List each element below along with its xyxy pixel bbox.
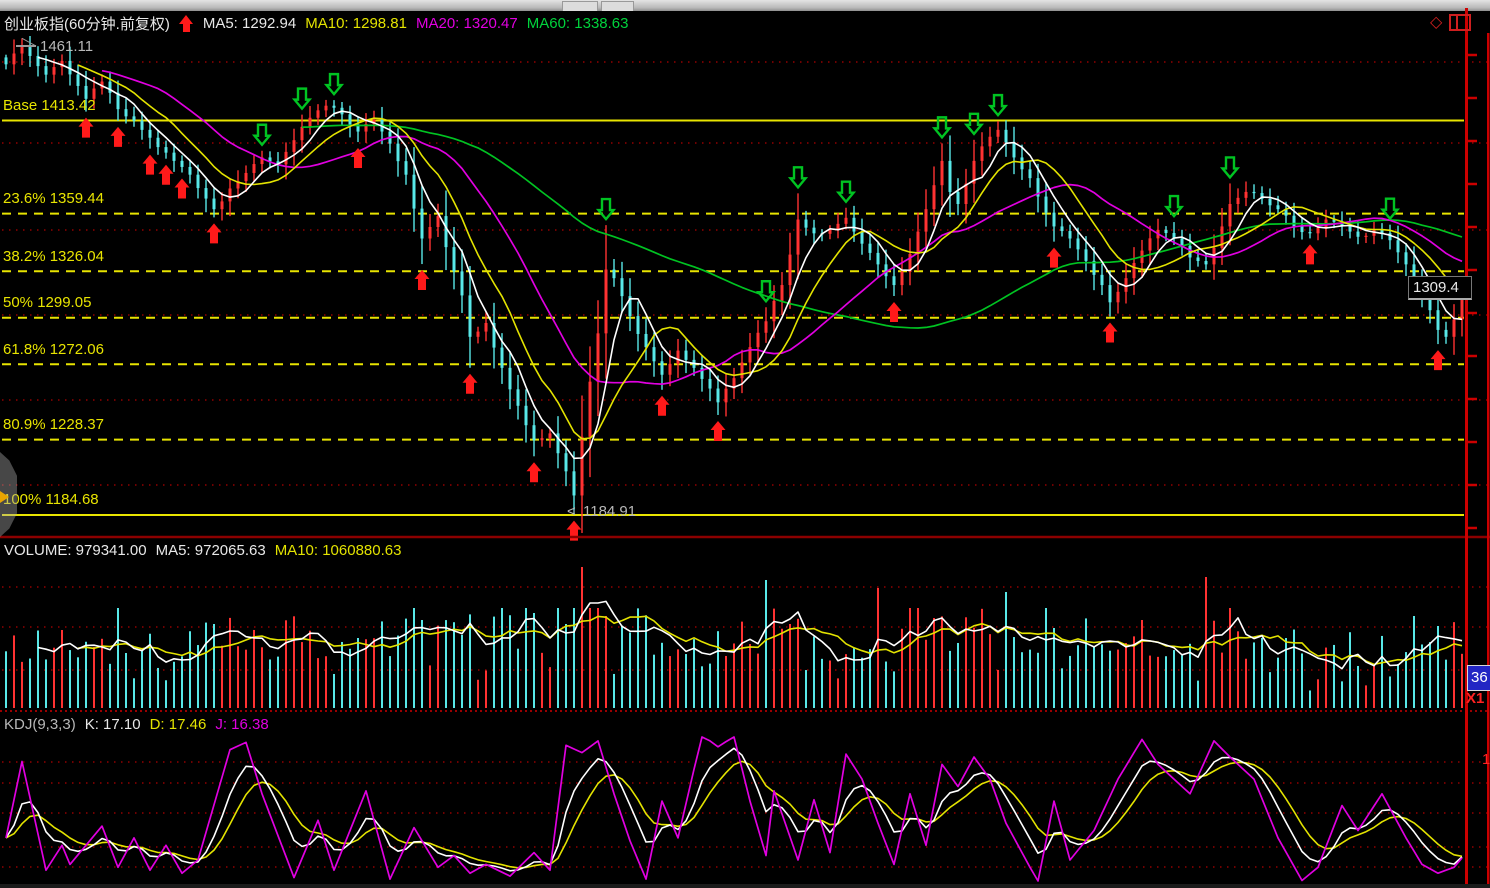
bottom-border (0, 884, 1490, 888)
fib-lines-layer (2, 121, 1464, 515)
fib-label-50: 50% 1299.05 (3, 294, 91, 311)
volume-ma5-value: MA5: 972065.63 (156, 542, 266, 559)
kdj-right-scale-label: 1 (1482, 751, 1490, 768)
ma20-value: MA20: 1320.47 (416, 15, 518, 32)
volume-scale-box: 36 (1467, 665, 1490, 691)
header-icons: ◇ (1430, 14, 1471, 31)
extreme-markers-layer (22, 38, 574, 514)
ma60-value: MA60: 1338.63 (527, 15, 629, 32)
main-grid-layer (2, 62, 1490, 485)
fib-label-100: 100% 1184.68 (3, 491, 99, 508)
fib-label-base: Base 1413.42 (3, 97, 96, 114)
volume-grid-layer (2, 587, 1490, 670)
kdj-grid-layer (2, 762, 1490, 867)
instrument-title: 创业板指(60分钟.前复权) (4, 13, 170, 34)
left-marker-icon (0, 491, 9, 503)
peak-price-label: 1461.11 (40, 38, 93, 55)
fib-label-809: 80.9% 1228.37 (3, 416, 104, 433)
signal-arrows-layer (79, 74, 1446, 540)
volume-ma10-value: MA10: 1060880.63 (275, 542, 402, 559)
fib-label-382: 38.2% 1326.04 (3, 248, 104, 265)
volume-header: VOLUME: 979341.00 MA5: 972065.63 MA10: 1… (4, 540, 401, 560)
fib-label-236: 23.6% 1359.44 (3, 190, 104, 207)
chart-header: 创业板指(60分钟.前复权) MA5: 1292.94 MA10: 1298.8… (4, 13, 629, 33)
low-price-label: 1184.91 (583, 503, 636, 520)
chart-canvas (0, 0, 1490, 888)
last-price-label: 1309.4 (1408, 276, 1472, 300)
kdj-header: KDJ(9,3,3) K: 17.10 D: 17.46 J: 16.38 (4, 714, 269, 734)
diamond-icon[interactable]: ◇ (1430, 15, 1442, 31)
kdj-j-value: J: 16.38 (215, 716, 268, 733)
ma10-value: MA10: 1298.81 (305, 15, 407, 32)
peak-tick-line (16, 45, 36, 47)
volume-multiplier-label: X1 (1466, 690, 1484, 707)
ma5-value: MA5: 1292.94 (203, 15, 296, 32)
kdj-k-value: K: 17.10 (85, 716, 141, 733)
low-marker-icon: < (567, 503, 576, 520)
axis-layer (0, 8, 1490, 888)
ma-lines-layer (38, 57, 1462, 458)
kdj-indicator-label: KDJ(9,3,3) (4, 716, 76, 733)
kdj-d-value: D: 17.46 (150, 716, 207, 733)
split-window-icon[interactable] (1449, 14, 1471, 31)
up-arrow-icon (179, 15, 194, 32)
kdj-lines-layer (6, 737, 1462, 881)
volume-value: VOLUME: 979341.00 (4, 542, 147, 559)
fib-label-618: 61.8% 1272.06 (3, 341, 104, 358)
trading-app-window: 创业板指(60分钟.前复权) MA5: 1292.94 MA10: 1298.8… (0, 0, 1490, 888)
